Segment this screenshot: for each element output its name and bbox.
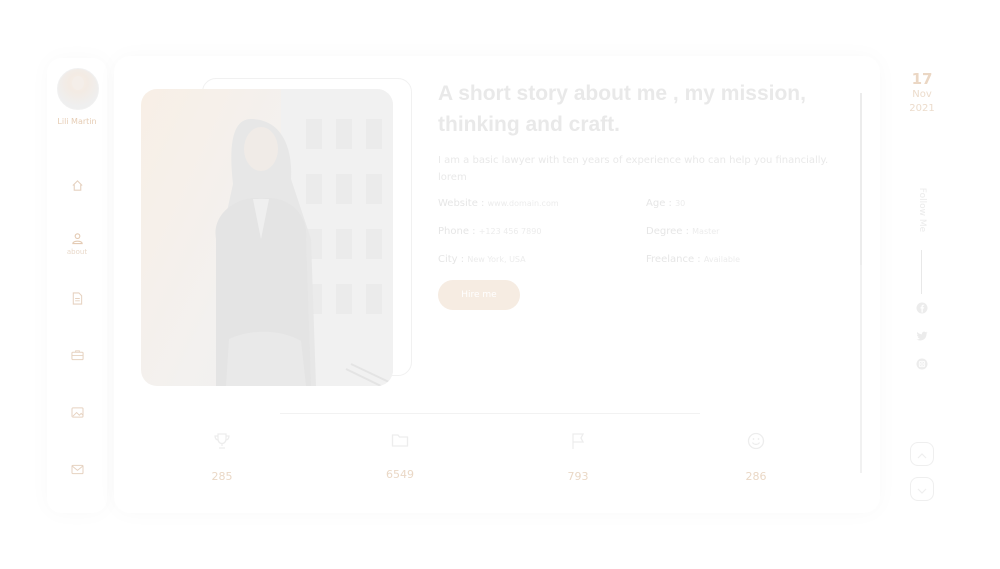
info-value: Master <box>692 227 720 236</box>
info-value: +123 456 7890 <box>478 227 542 236</box>
instagram-icon[interactable] <box>915 357 929 371</box>
smiley-icon <box>747 432 765 450</box>
info-key: Age <box>646 198 666 209</box>
sidebar: Lili Martin about <box>47 58 107 513</box>
nav-item-portfolio[interactable] <box>47 349 107 361</box>
info-city: City : New York, USA <box>438 254 526 265</box>
image-icon <box>70 407 84 418</box>
user-icon <box>71 233 83 245</box>
document-icon <box>72 292 83 305</box>
stat-value: 793 <box>567 470 589 483</box>
person-illustration <box>215 89 393 386</box>
nav-item-contact[interactable] <box>47 464 107 475</box>
info-age: Age : 30 <box>646 198 686 209</box>
about-description: I am a basic lawyer with ten years of ex… <box>438 155 829 183</box>
info-freelance: Freelance : Available <box>646 254 741 265</box>
scrollbar[interactable] <box>860 93 862 473</box>
date-year: 2021 <box>909 103 935 114</box>
info-phone: Phone : +123 456 7890 <box>438 226 542 237</box>
info-key: Degree <box>646 226 683 237</box>
stat-value: 286 <box>745 470 767 483</box>
nav-item-about[interactable]: about <box>47 232 107 256</box>
avatar[interactable] <box>57 68 99 110</box>
stat-projects: 6549 <box>370 432 430 481</box>
nav-item-resume[interactable] <box>47 292 107 305</box>
section-divider <box>280 413 700 414</box>
flag-icon <box>572 433 585 449</box>
home-icon <box>71 180 83 191</box>
scroll-up-button[interactable] <box>910 442 934 466</box>
info-degree: Degree : Master <box>646 226 720 237</box>
info-value: 30 <box>675 199 686 208</box>
info-value: New York, USA <box>467 255 526 264</box>
info-value: www.domain.com <box>487 199 559 208</box>
date-month: Nov <box>912 89 932 100</box>
stat-value: 6549 <box>386 468 414 481</box>
stat-goals: 793 <box>548 432 608 483</box>
info-key: City <box>438 254 458 265</box>
hire-me-button[interactable]: Hire me <box>438 280 520 310</box>
date-day: 17 <box>911 70 933 88</box>
profile-name: Lili Martin <box>57 117 97 126</box>
folder-icon <box>391 434 409 447</box>
stat-awards: 285 <box>192 432 252 483</box>
nav-item-home[interactable] <box>47 179 107 192</box>
date-display: 17 Nov 2021 <box>900 70 944 116</box>
info-key: Phone <box>438 226 469 237</box>
stat-clients: 286 <box>726 432 786 483</box>
briefcase-icon <box>70 350 84 361</box>
scroll-down-button[interactable] <box>910 477 934 501</box>
about-title: A short story about me , my mission, thi… <box>438 82 806 136</box>
chevron-down-icon <box>917 488 927 494</box>
nav-item-about-label: about <box>66 248 88 256</box>
follow-line <box>921 250 922 294</box>
follow-me-label: Follow Me <box>917 187 927 233</box>
twitter-icon[interactable] <box>915 329 929 343</box>
chevron-up-icon <box>917 452 927 458</box>
mail-icon <box>70 464 84 475</box>
nav-item-gallery[interactable] <box>47 407 107 418</box>
facebook-icon[interactable] <box>915 301 929 315</box>
info-value: Available <box>703 255 741 264</box>
profile-photo <box>141 89 393 386</box>
scrollbar-thumb[interactable] <box>860 93 862 265</box>
trophy-icon <box>214 433 230 449</box>
info-key: Freelance <box>646 254 695 265</box>
stat-value: 285 <box>211 470 233 483</box>
info-key: Website <box>438 198 478 209</box>
info-website: Website : www.domain.com <box>438 198 559 209</box>
